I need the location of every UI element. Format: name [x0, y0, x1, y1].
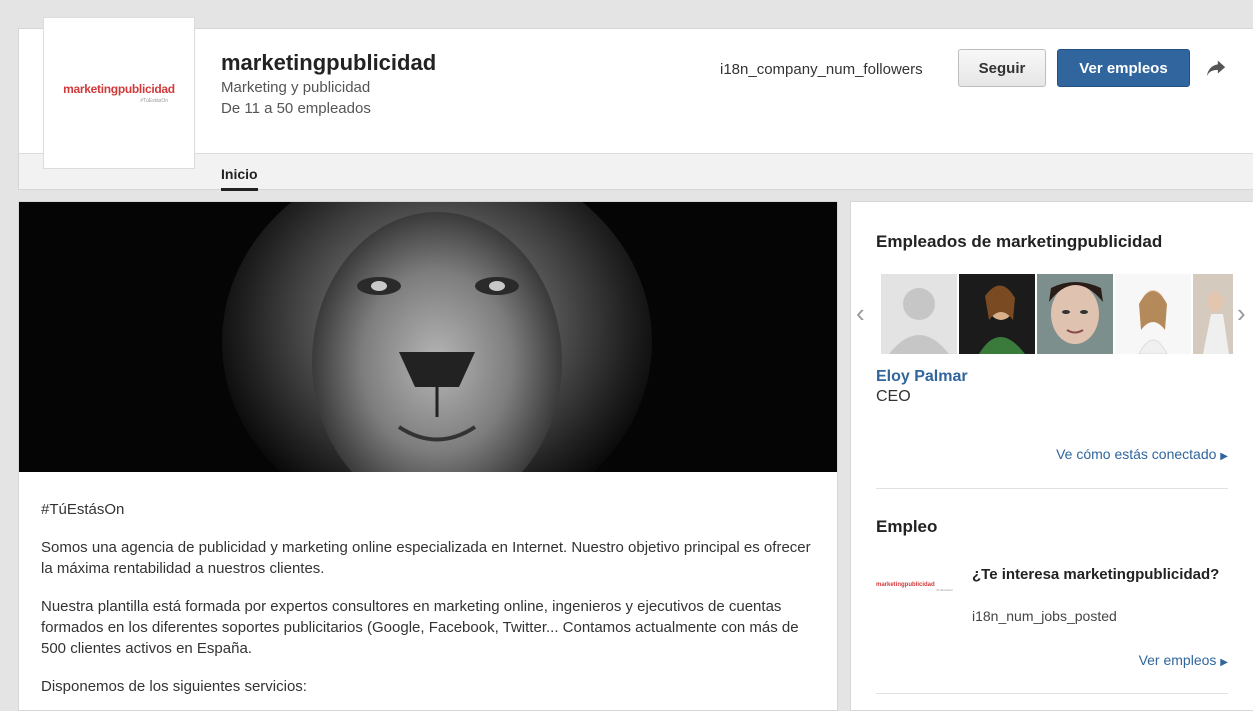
view-jobs-button[interactable]: Ver empleos: [1057, 49, 1190, 87]
jobs-title: Empleo: [876, 517, 938, 536]
employee-name-link[interactable]: Eloy Palmar: [876, 368, 968, 386]
employee-photo[interactable]: [1193, 274, 1233, 354]
company-industry: Marketing y publicidad: [221, 79, 371, 96]
tab-strip: [19, 153, 1253, 189]
job-company-logo[interactable]: marketingpublicidad #TúEstásOn: [876, 582, 961, 612]
company-logo[interactable]: marketingpublicidad #TúEstásOn: [43, 17, 195, 169]
about-paragraph: Somos una agencia de publicidad y market…: [41, 539, 811, 577]
company-size: De 11 a 50 empleados: [221, 100, 371, 117]
jobs-posted-count: i18n_num_jobs_posted: [972, 608, 1117, 624]
see-connection-link[interactable]: Ve cómo estás conectado ▶: [1056, 446, 1228, 462]
caret-right-icon: ▶: [1220, 451, 1228, 462]
followers-count: i18n_company_num_followers: [720, 61, 923, 78]
employees-title: Empleados de marketingpublicidad: [876, 232, 1163, 251]
about-paragraph: Nuestra plantilla está formada por exper…: [41, 598, 799, 657]
job-interest-question: ¿Te interesa marketingpublicidad?: [972, 566, 1220, 583]
chevron-right-icon[interactable]: ›: [1237, 298, 1246, 329]
company-name: marketingpublicidad: [221, 50, 437, 75]
company-logo-text: marketingpublicidad: [63, 82, 175, 96]
employee-photo[interactable]: [959, 274, 1035, 354]
see-connection-label: Ve cómo estás conectado: [1056, 446, 1217, 462]
employee-photo[interactable]: [1037, 274, 1113, 354]
divider: [876, 488, 1228, 489]
view-jobs-link[interactable]: Ver empleos ▶: [1139, 652, 1228, 668]
chevron-left-icon[interactable]: ‹: [856, 298, 865, 329]
employee-photo[interactable]: [1115, 274, 1191, 354]
follow-button[interactable]: Seguir: [958, 49, 1046, 87]
employee-photo[interactable]: [881, 274, 957, 354]
view-jobs-label: Ver empleos: [1138, 652, 1217, 668]
about-paragraph: Disponemos de los siguientes servicios:: [41, 678, 307, 695]
about-tagline: #TúEstásOn: [41, 501, 125, 518]
caret-right-icon: ▶: [1220, 657, 1228, 668]
about-section: #TúEstásOn Somos una agencia de publicid…: [41, 499, 821, 710]
tab-inicio[interactable]: Inicio: [221, 166, 258, 191]
divider: [876, 693, 1228, 694]
company-logo-tagline: #TúEstásOn: [140, 98, 168, 104]
cover-image: [19, 202, 837, 472]
sidebar: Empleados de marketingpublicidad ‹ › Elo…: [850, 201, 1253, 711]
share-arrow-icon[interactable]: [1205, 57, 1227, 79]
job-logo-tagline: #TúEstásOn: [936, 588, 953, 592]
main-column: #TúEstásOn Somos una agencia de publicid…: [18, 201, 838, 711]
lion-photo: [19, 202, 837, 472]
employee-role: CEO: [876, 388, 911, 405]
employees-carousel: ‹ ›: [851, 274, 1253, 354]
